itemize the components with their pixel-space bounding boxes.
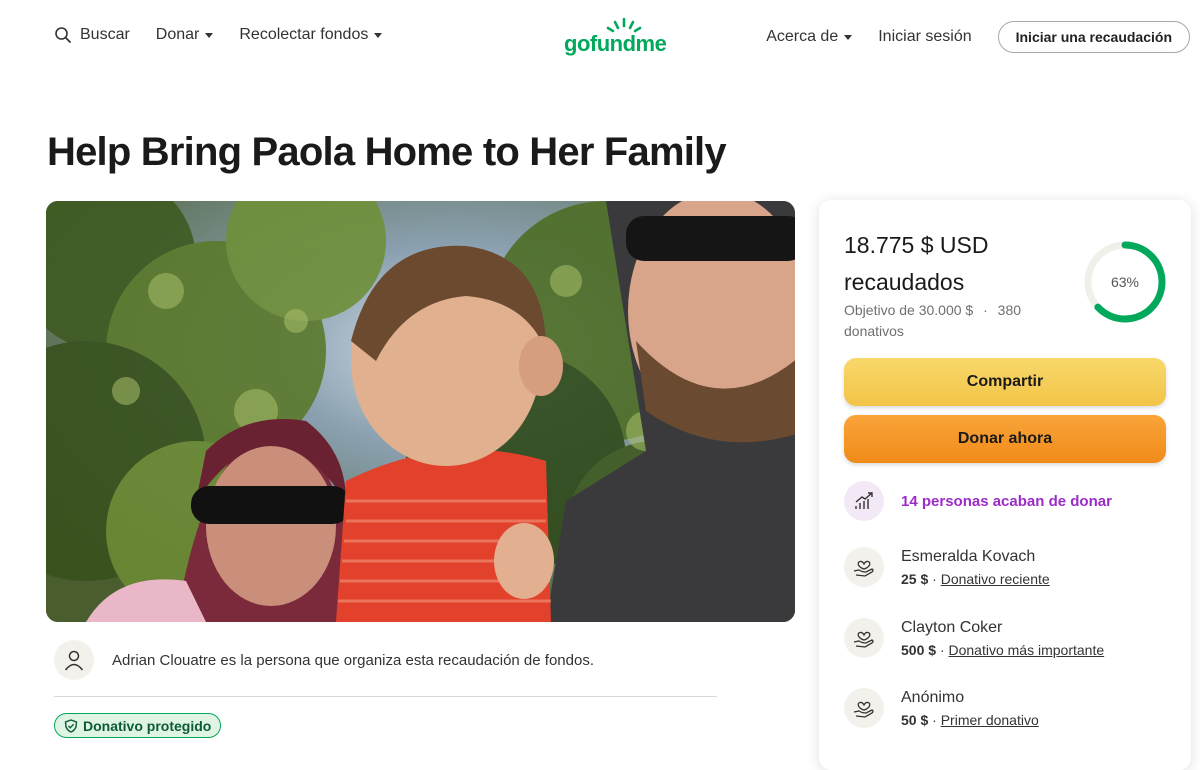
heart-hand-icon — [853, 631, 874, 648]
raised-amount-block: 18.775 $ USD recaudados — [844, 227, 1054, 301]
protected-label: Donativo protegido — [83, 717, 212, 734]
goal-line: Objetivo de 30.000 $ · 380 donativos — [844, 300, 1054, 342]
protected-badge[interactable]: Donativo protegido — [54, 713, 222, 738]
organizer-row: Adrian Clouatre es la persona que organi… — [54, 640, 594, 680]
goal-text: Objetivo de 30.000 $ — [844, 302, 974, 318]
donation-tag-link[interactable]: Primer donativo — [941, 712, 1039, 728]
donation-icon-wrap — [844, 688, 884, 728]
donation-amount: 50 $ — [901, 712, 929, 728]
search-icon — [55, 27, 71, 43]
donate-now-label: Donar ahora — [957, 430, 1053, 447]
shield-icon — [64, 718, 78, 733]
recent-activity-label: 14 personas acaban de donar — [901, 492, 1112, 510]
progress-percent: 63% — [1111, 274, 1139, 290]
donate-menu-label: Donar — [155, 26, 200, 43]
trending-up-icon — [855, 492, 873, 509]
separator-dot: · — [932, 571, 937, 587]
raised-word: recaudados — [844, 269, 965, 295]
donation-card: 18.775 $ USD recaudados Objetivo de 30.0… — [819, 200, 1191, 770]
separator-dot: · — [932, 712, 937, 728]
donation-text: Clayton Coker 500 $ · Donativo más impor… — [901, 618, 1104, 662]
page-title: Help Bring Paola Home to Her Family — [47, 130, 727, 174]
fundraise-menu-label: Recolectar fondos — [239, 26, 369, 43]
nav-right: Acerca de Iniciar sesión Iniciar una rec… — [766, 21, 1190, 53]
logo-text: gofundme — [564, 31, 667, 56]
nav-left: Buscar Donar Recolectar fondos — [54, 26, 408, 44]
donation-item: Esmeralda Kovach 25 $ · Donativo recient… — [844, 547, 1050, 591]
donation-item: Clayton Coker 500 $ · Donativo más impor… — [844, 618, 1104, 662]
donation-text: Anónimo 50 $ · Primer donativo — [901, 688, 1039, 732]
donation-meta: 50 $ · Primer donativo — [901, 708, 1039, 732]
donation-tag-link[interactable]: Donativo más importante — [949, 642, 1105, 658]
site-header: Buscar Donar Recolectar fondos gofundme … — [0, 0, 1200, 76]
user-icon — [64, 650, 84, 671]
organizer-text: Adrian Clouatre es la persona que organi… — [112, 651, 594, 669]
signin-link[interactable]: Iniciar sesión — [878, 28, 971, 46]
about-menu[interactable]: Acerca de — [766, 28, 853, 46]
gofundme-logo[interactable]: gofundme — [564, 17, 676, 59]
donation-text: Esmeralda Kovach 25 $ · Donativo recient… — [901, 547, 1050, 591]
divider — [54, 696, 717, 697]
recent-activity[interactable]: 14 personas acaban de donar — [844, 481, 1112, 521]
donate-menu[interactable]: Donar — [156, 26, 214, 44]
trend-icon-wrap — [844, 481, 884, 521]
chevron-down-icon — [205, 32, 214, 38]
donor-name: Esmeralda Kovach — [901, 548, 1036, 565]
donation-amount: 25 $ — [901, 571, 929, 587]
campaign-photo-illustration — [46, 201, 795, 622]
about-menu-label: Acerca de — [766, 28, 839, 45]
share-button[interactable]: Compartir — [844, 358, 1166, 406]
donation-icon-wrap — [844, 547, 884, 587]
donation-item: Anónimo 50 $ · Primer donativo — [844, 688, 1039, 732]
heart-hand-icon — [853, 560, 874, 577]
signin-label: Iniciar sesión — [878, 28, 972, 45]
share-label: Compartir — [966, 373, 1044, 390]
search-label: Buscar — [80, 26, 130, 43]
progress-ring: 63% — [1084, 241, 1166, 323]
campaign-photo[interactable] — [46, 201, 795, 622]
donation-meta: 25 $ · Donativo reciente — [901, 567, 1050, 591]
donor-name: Clayton Coker — [901, 619, 1003, 636]
donation-tag-link[interactable]: Donativo reciente — [941, 571, 1050, 587]
start-fundraiser-button[interactable]: Iniciar una recaudación — [997, 21, 1190, 53]
separator-dot: · — [939, 642, 945, 658]
chevron-down-icon — [374, 32, 383, 38]
heart-hand-icon — [853, 701, 874, 718]
raised-amount: 18.775 $ USD — [844, 232, 989, 258]
donation-meta: 500 $ · Donativo más importante — [901, 638, 1104, 662]
search-link[interactable]: Buscar — [54, 26, 130, 44]
donation-icon-wrap — [844, 618, 884, 658]
donation-amount: 500 $ — [901, 642, 937, 658]
chevron-down-icon — [844, 34, 853, 40]
separator-dot: · — [983, 302, 988, 318]
avatar — [54, 640, 94, 680]
fundraise-menu[interactable]: Recolectar fondos — [239, 26, 383, 44]
start-fundraiser-label: Iniciar una recaudación — [1015, 29, 1172, 45]
donate-now-button[interactable]: Donar ahora — [844, 415, 1166, 463]
donor-name: Anónimo — [901, 689, 965, 706]
